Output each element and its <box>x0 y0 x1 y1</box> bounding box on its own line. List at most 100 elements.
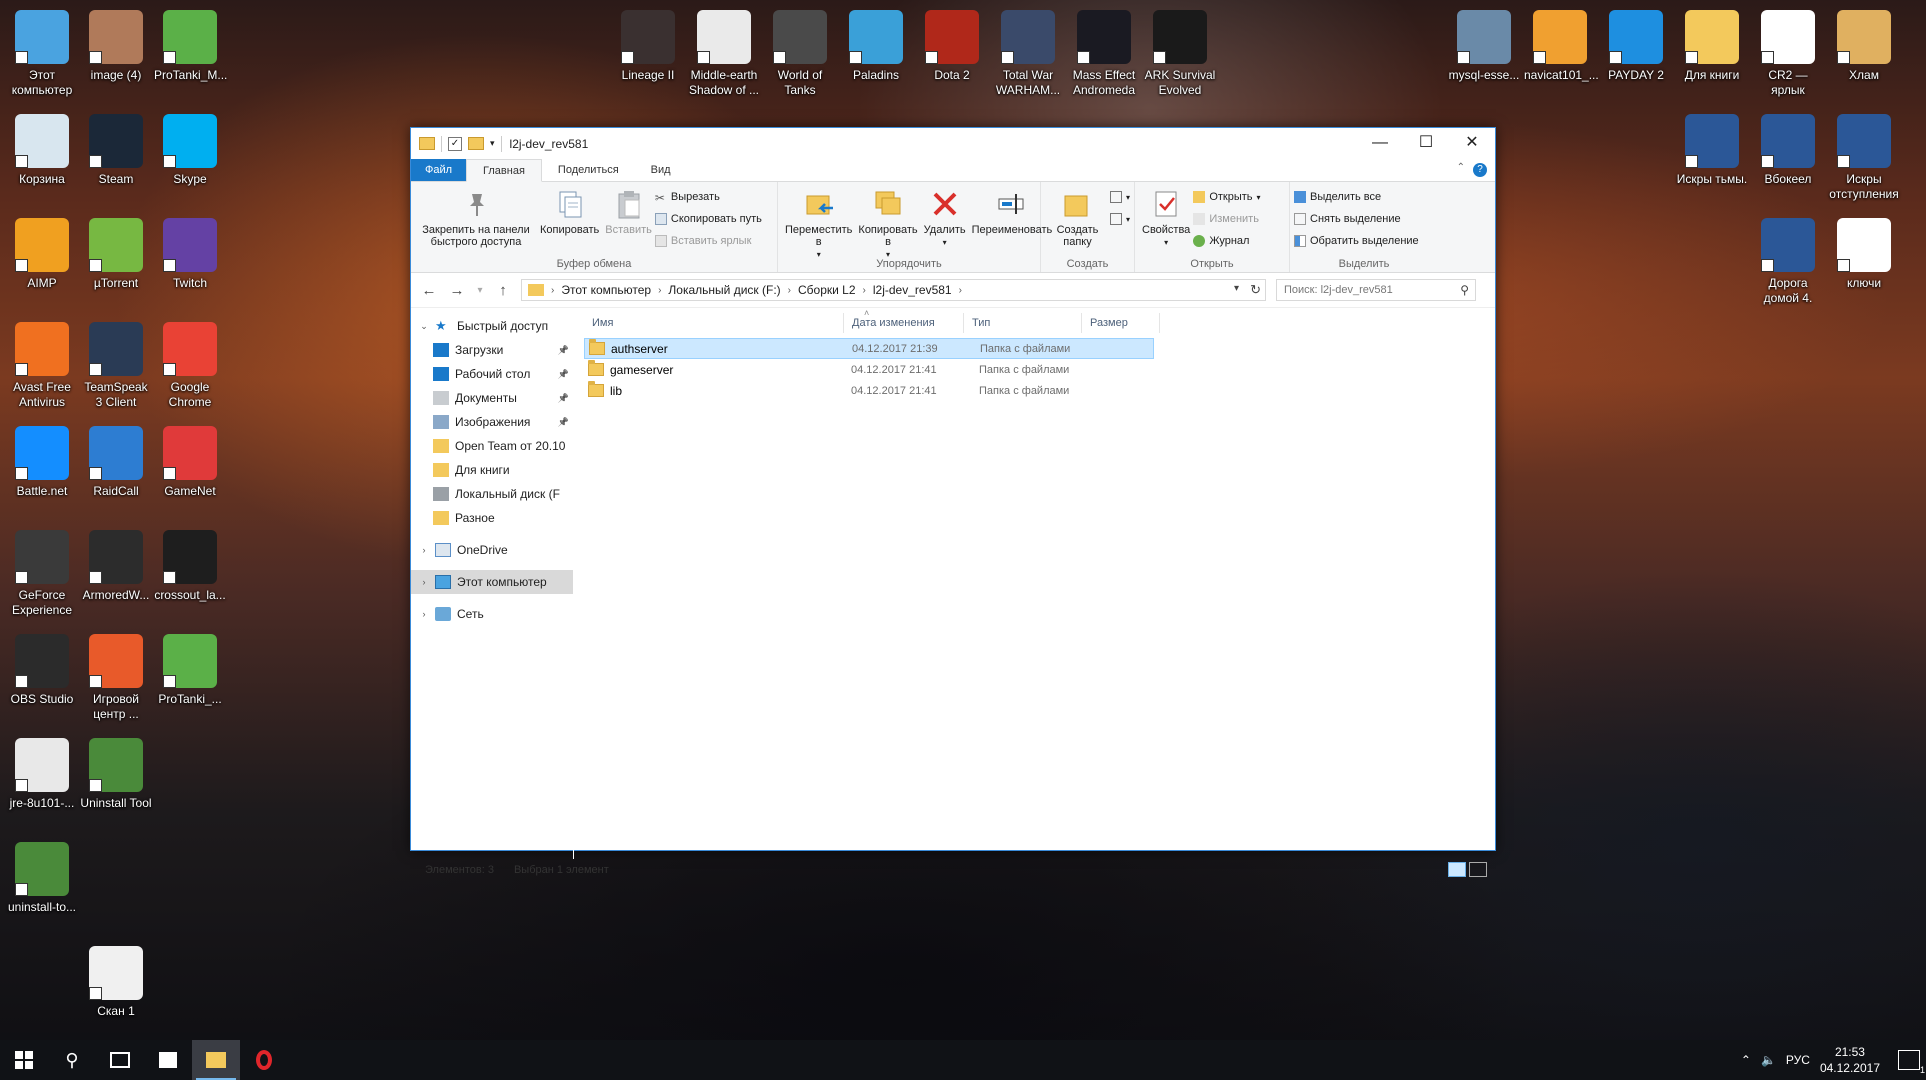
details-view-button[interactable] <box>1448 862 1466 877</box>
chevron-right-icon[interactable]: › <box>655 285 664 296</box>
select-all-button[interactable]: Выделить все <box>1294 188 1419 206</box>
tab-home[interactable]: Главная <box>466 159 542 182</box>
title-bar[interactable]: ✓ ▾ l2j-dev_rev581 — ☐ ✕ <box>411 128 1495 159</box>
chevron-right-icon[interactable]: › <box>785 285 794 296</box>
file-row[interactable]: gameserver 04.12.2017 21:41 Папка с файлам… <box>584 359 1154 380</box>
breadcrumb-drive-f[interactable]: Локальный диск (F:) <box>664 283 784 297</box>
desktop-icon[interactable]: ARK Survival Evolved <box>1142 4 1218 98</box>
desktop-icon[interactable]: ProTanki_M... <box>152 4 228 83</box>
desktop-icon[interactable]: Вбокеел <box>1750 108 1826 187</box>
chevron-right-icon[interactable]: › <box>417 545 431 555</box>
desktop-icon[interactable]: OBS Studio <box>4 628 80 707</box>
copy-path-button[interactable]: Скопировать путь <box>654 210 762 228</box>
desktop-icon[interactable]: PAYDAY 2 <box>1598 4 1674 83</box>
desktop-icon[interactable]: Искры тьмы. <box>1674 108 1750 187</box>
pin-icon[interactable]: 📌 <box>558 369 569 380</box>
desktop-icon[interactable]: AIMP <box>4 212 80 291</box>
desktop-icon[interactable]: crossout_la... <box>152 524 228 603</box>
nav-quick-access-item[interactable]: Разное <box>411 506 573 530</box>
nav-this-pc[interactable]: › Этот компьютер <box>411 570 573 594</box>
column-type[interactable]: Тип <box>964 313 1082 333</box>
desktop-icon[interactable]: Middle-earth Shadow of ... <box>686 4 762 98</box>
desktop-icon[interactable]: µTorrent <box>78 212 154 291</box>
desktop-icon[interactable]: Искры отступления <box>1826 108 1902 202</box>
desktop-icon[interactable]: RaidCall <box>78 420 154 499</box>
breadcrumb-current-folder[interactable]: l2j-dev_rev581 <box>869 283 956 297</box>
file-name-cell[interactable]: gameserver <box>584 360 843 377</box>
nav-quick-access-item[interactable]: Изображения 📌 <box>411 410 573 434</box>
nav-quick-access-item[interactable]: Для книги <box>411 458 573 482</box>
chevron-down-icon[interactable]: ▾ <box>1234 283 1239 294</box>
language-indicator[interactable]: РУС <box>1786 1053 1810 1067</box>
nav-quick-access[interactable]: ⌄ ★ Быстрый доступ <box>411 314 573 338</box>
nav-quick-access-item[interactable]: Open Team от 20.10 <box>411 434 573 458</box>
opera-taskbar-button[interactable] <box>240 1040 288 1080</box>
cut-button[interactable]: ✂ Вырезать <box>655 188 762 206</box>
desktop-icon[interactable]: mysql-esse... <box>1446 4 1522 83</box>
desktop-icon[interactable]: Дорога домой 4. <box>1750 212 1826 306</box>
chevron-down-icon[interactable]: ⌄ <box>417 321 431 332</box>
refresh-icon[interactable]: ↻ <box>1250 282 1261 298</box>
desktop-icon[interactable]: Для книги <box>1674 4 1750 83</box>
desktop-icon[interactable]: Корзина <box>4 108 80 187</box>
back-button[interactable]: ← <box>417 282 441 299</box>
file-name-cell[interactable]: authserver <box>585 339 844 356</box>
desktop-icon[interactable]: ProTanki_... <box>152 628 228 707</box>
desktop-icon[interactable]: Uninstall Tool <box>78 732 154 811</box>
desktop-icon[interactable]: GameNet <box>152 420 228 499</box>
up-button[interactable]: ↑ <box>491 282 515 299</box>
forward-button[interactable]: → <box>445 282 469 299</box>
large-icons-view-button[interactable] <box>1469 862 1487 877</box>
desktop-icon[interactable]: Paladins <box>838 4 914 83</box>
desktop-icon[interactable]: Скан 1 <box>78 940 154 1019</box>
desktop-icon[interactable]: Skype <box>152 108 228 187</box>
desktop-icon[interactable]: Total War WARHAM... <box>990 4 1066 98</box>
desktop-icon[interactable]: Lineage II <box>610 4 686 83</box>
column-name[interactable]: Имя <box>584 313 844 333</box>
desktop-icon[interactable]: uninstall-to... <box>4 836 80 915</box>
tab-file[interactable]: Файл <box>411 159 467 181</box>
desktop-icon[interactable]: Mass Effect Andromeda <box>1066 4 1142 98</box>
file-row[interactable]: authserver 04.12.2017 21:39 Папка с файлам… <box>584 338 1154 359</box>
pin-icon[interactable]: 📌 <box>558 345 569 356</box>
easy-access-button[interactable]: ▾ <box>1109 210 1130 228</box>
volume-icon[interactable]: 🔈 <box>1761 1053 1776 1067</box>
file-explorer-taskbar-button[interactable] <box>192 1040 240 1080</box>
minimize-button[interactable]: — <box>1357 128 1403 159</box>
desktop-icon[interactable]: jre-8u101-... <box>4 732 80 811</box>
column-size[interactable]: Размер <box>1082 313 1160 333</box>
chevron-right-icon[interactable]: › <box>417 609 431 619</box>
nav-quick-access-item[interactable]: Локальный диск (F <box>411 482 573 506</box>
nav-quick-access-item[interactable]: Рабочий стол 📌 <box>411 362 573 386</box>
breadcrumb-l2-builds[interactable]: Сборки L2 <box>794 283 860 297</box>
nav-onedrive[interactable]: › OneDrive <box>411 538 573 562</box>
breadcrumb-this-pc[interactable]: Этот компьютер <box>557 283 655 297</box>
maximize-button[interactable]: ☐ <box>1403 128 1449 159</box>
clock[interactable]: 21:53 04.12.2017 <box>1820 1044 1880 1076</box>
recent-locations-button[interactable]: ▾ <box>473 285 487 296</box>
desktop-icon[interactable]: Этот компьютер <box>4 4 80 98</box>
desktop-icon[interactable]: ArmoredW... <box>78 524 154 603</box>
chevron-up-icon[interactable]: ⌃ <box>1741 1053 1751 1067</box>
desktop-icon[interactable]: Игровой центр ... <box>78 628 154 722</box>
desktop-icon[interactable]: ключи <box>1826 212 1902 291</box>
desktop-icon[interactable]: Avast Free Antivirus <box>4 316 80 410</box>
help-icon[interactable]: ? <box>1473 163 1487 177</box>
open-button[interactable]: Открыть ▾ <box>1193 188 1261 206</box>
close-button[interactable]: ✕ <box>1449 128 1495 159</box>
desktop-icon[interactable]: GeForce Experience <box>4 524 80 618</box>
chevron-right-icon[interactable]: › <box>548 285 557 296</box>
nav-quick-access-item[interactable]: Загрузки 📌 <box>411 338 573 362</box>
select-none-button[interactable]: Снять выделение <box>1294 210 1419 228</box>
nav-quick-access-item[interactable]: Документы 📌 <box>411 386 573 410</box>
task-view-button[interactable] <box>96 1040 144 1080</box>
desktop-icon[interactable]: navicat101_... <box>1522 4 1599 83</box>
address-bar[interactable]: › Этот компьютер › Локальный диск (F:) ›… <box>521 279 1266 301</box>
explorer-window[interactable]: ✓ ▾ l2j-dev_rev581 — ☐ ✕ Файл Главная По… <box>410 127 1496 877</box>
desktop-icon[interactable]: image (4) <box>78 4 154 83</box>
chevron-right-icon[interactable]: › <box>417 577 431 587</box>
edit-button[interactable]: Изменить <box>1193 210 1260 228</box>
properties-quick-icon[interactable]: ✓ <box>448 136 462 151</box>
paste-shortcut-button[interactable]: Вставить ярлык <box>654 232 762 250</box>
desktop-icon[interactable]: Dota 2 <box>914 4 990 83</box>
